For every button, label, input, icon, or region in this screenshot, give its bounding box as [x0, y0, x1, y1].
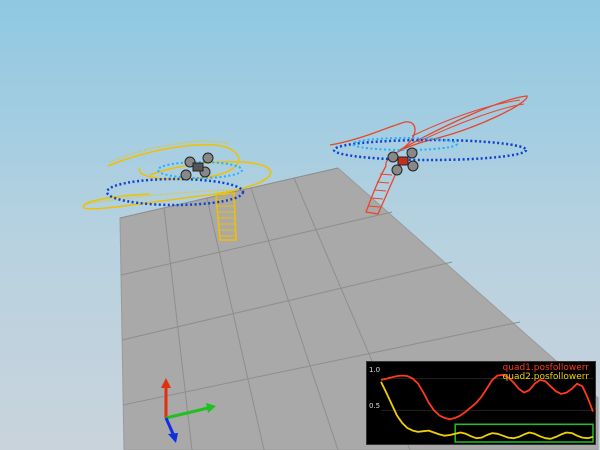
3d-viewport[interactable]: quad1.posfollowerr quad2.posfollowerr 1.…	[0, 0, 600, 450]
quad1-drone[interactable]	[387, 147, 419, 176]
ytick-1: 1.0	[369, 366, 381, 374]
ytick-0-5: 0.5	[369, 402, 381, 410]
quad2-drone[interactable]	[180, 152, 214, 181]
legend-quad2: quad2.posfollowerr	[502, 372, 589, 382]
error-plot-panel[interactable]: quad1.posfollowerr quad2.posfollowerr 1.…	[366, 361, 596, 445]
